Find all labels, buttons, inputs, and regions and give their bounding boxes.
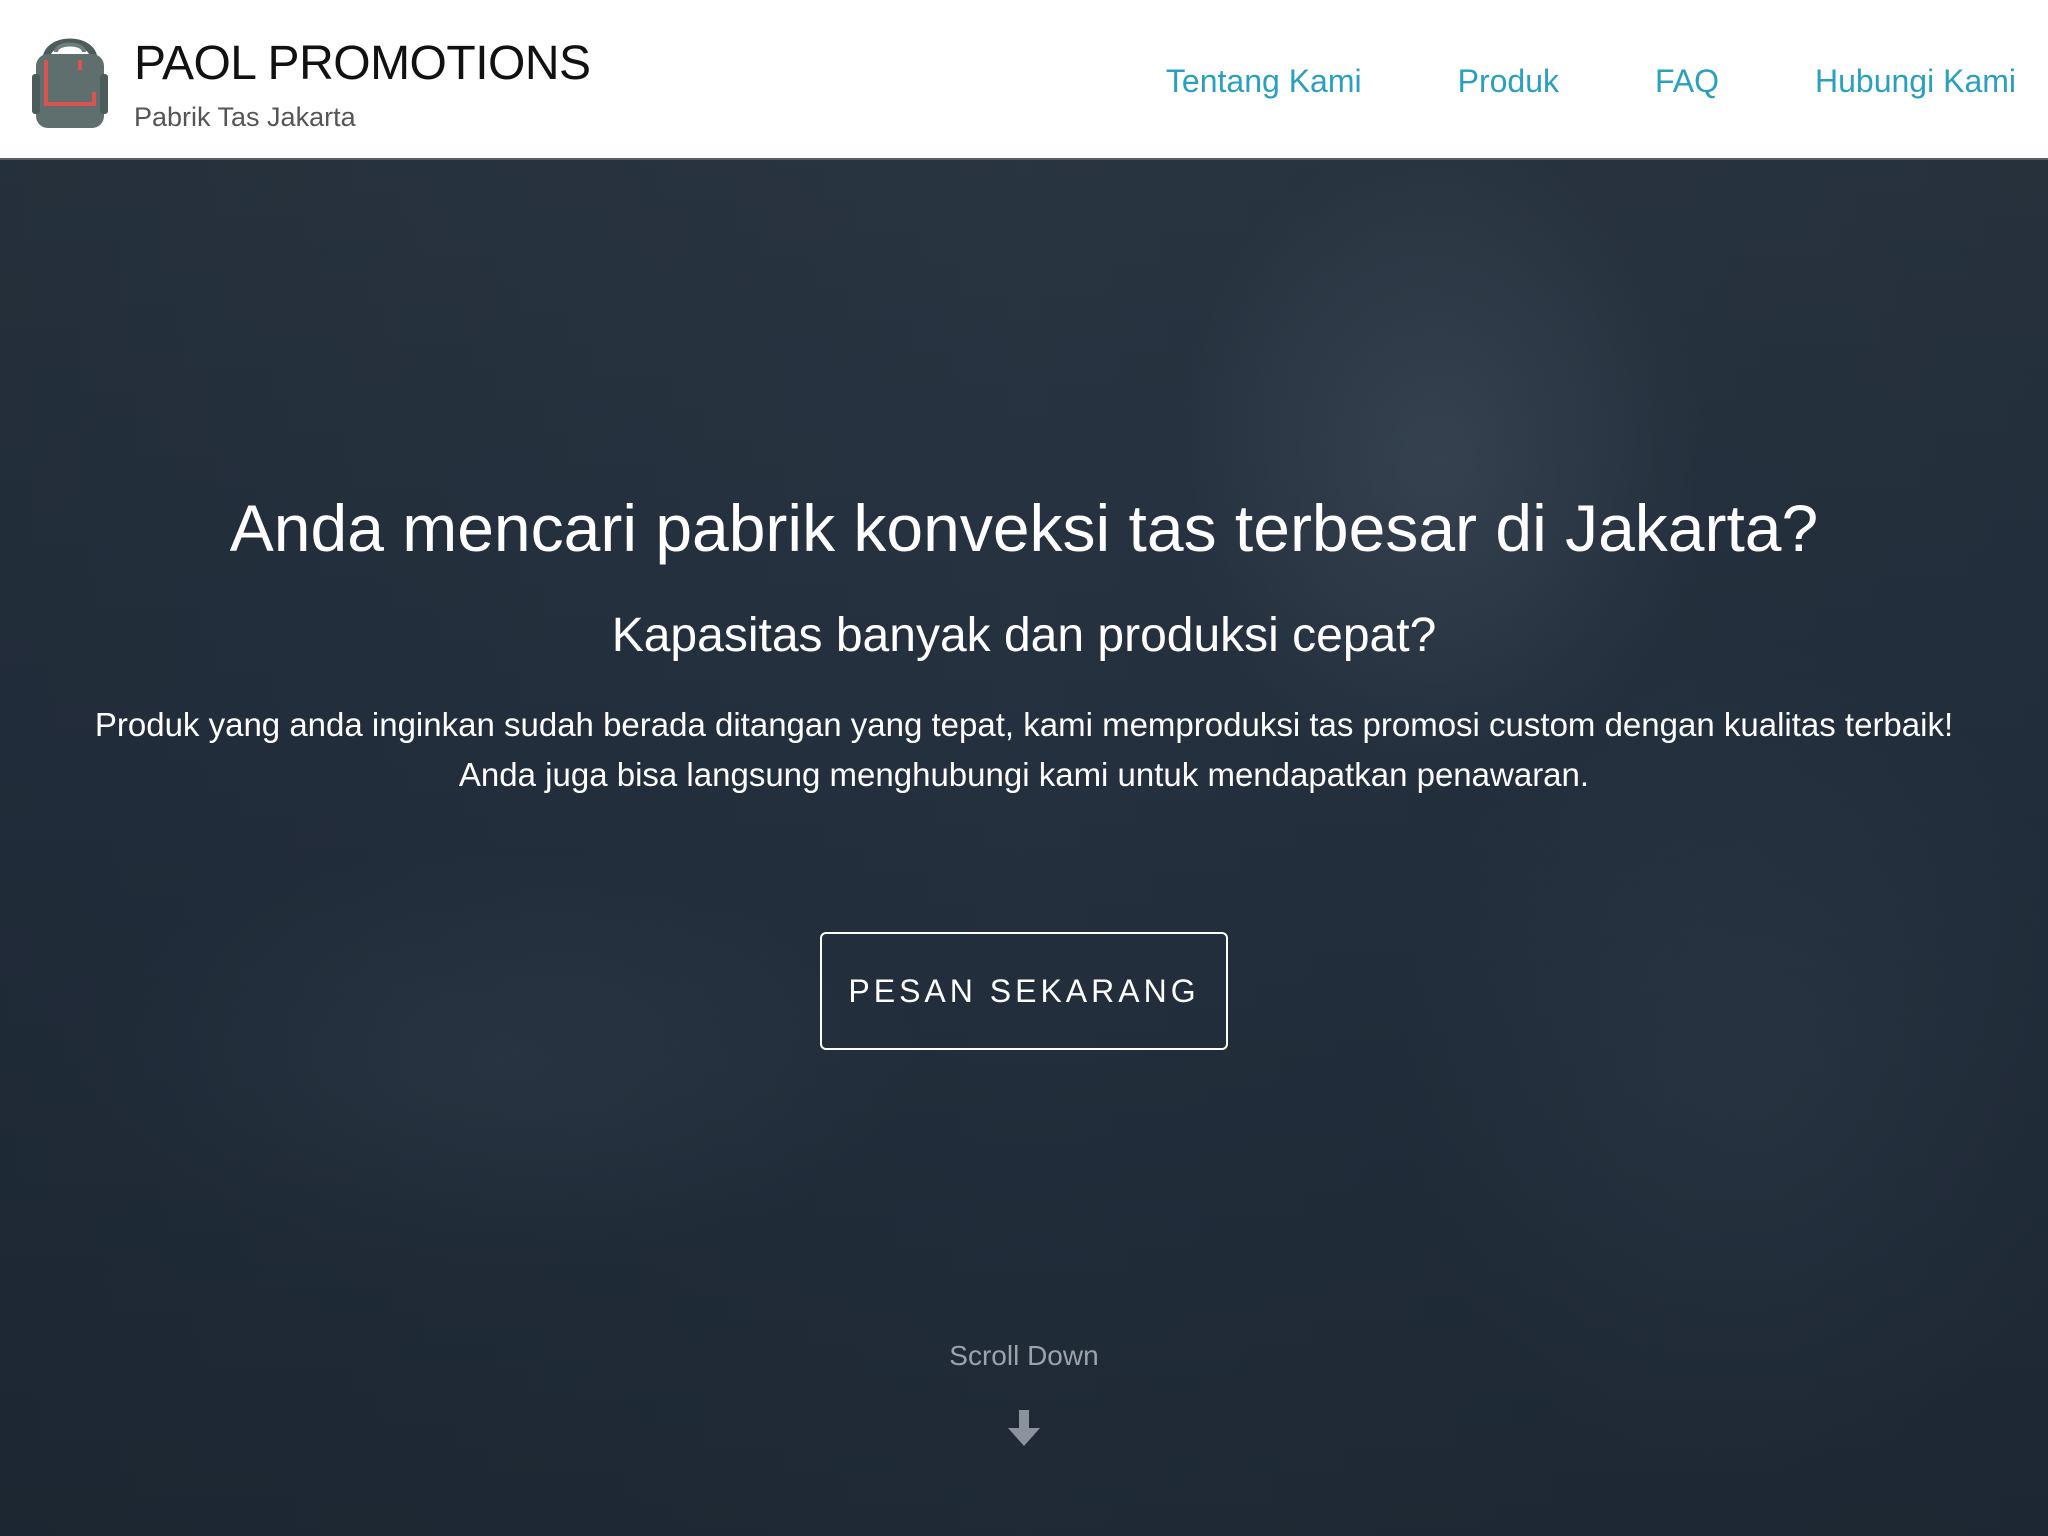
hero-subheadline: Kapasitas banyak dan produksi cepat? (611, 609, 1437, 662)
hero-headline: Anda mencari pabrik konveksi tas terbesa… (229, 491, 1819, 565)
arrow-down-icon[interactable] (1004, 1408, 1044, 1448)
brand-subtitle: Pabrik Tas Jakarta (134, 102, 356, 132)
scroll-down-label[interactable]: Scroll Down (0, 1340, 2048, 1372)
main-nav: Tentang Kami Produk FAQ Hubungi Kami (1070, 58, 2016, 104)
brand-text: PAOL PROMOTIONS Pabrik Tas Jakarta (134, 30, 591, 133)
nav-link-tentang-kami[interactable]: Tentang Kami (1166, 58, 1362, 104)
brand-title[interactable]: PAOL PROMOTIONS (134, 40, 591, 88)
hero-background-image (0, 160, 2048, 1536)
hero-section: Anda mencari pabrik konveksi tas terbesa… (0, 160, 2048, 1536)
hero-intro-text: Produk yang anda inginkan sudah berada d… (94, 706, 1954, 793)
site-header: PAOL PROMOTIONS Pabrik Tas Jakarta Tenta… (0, 0, 2048, 160)
nav-link-faq[interactable]: FAQ (1655, 58, 1719, 104)
nav-link-hubungi-kami[interactable]: Hubungi Kami (1815, 58, 2016, 104)
backpack-icon (32, 38, 108, 128)
nav-link-produk[interactable]: Produk (1458, 58, 1559, 104)
brand[interactable]: PAOL PROMOTIONS Pabrik Tas Jakarta (32, 30, 591, 133)
order-now-button[interactable]: PESAN SEKARANG (820, 932, 1228, 1050)
